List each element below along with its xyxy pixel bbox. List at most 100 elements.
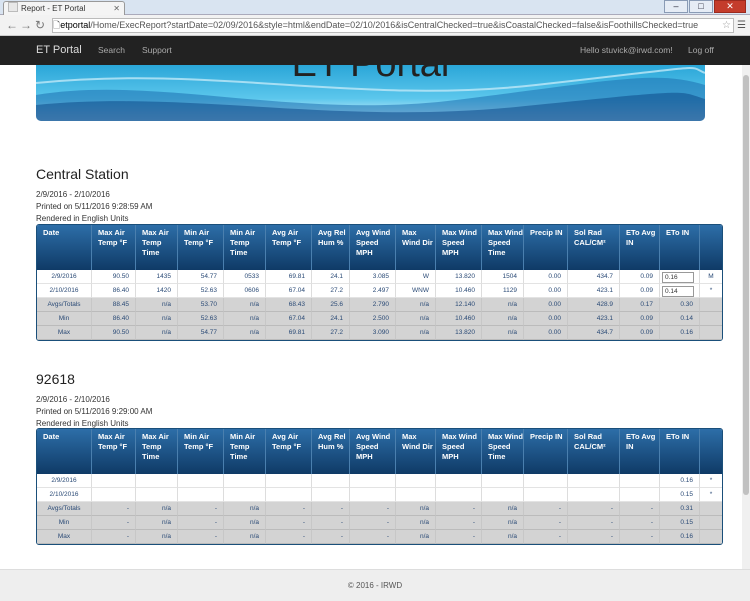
summary-row: Max 90.50 n/a 54.77 n/a 69.81 27.2 3.090 n/a 13.8… [37,326,722,340]
summary-cell: 434.7 [568,326,620,340]
column-header: Date [37,429,92,474]
summary-cell: n/a [396,516,436,530]
summary-cell: - [524,502,568,516]
table-cell: 0.09 [620,270,660,284]
date-range: 2/9/2016 - 2/10/2016 [36,190,110,199]
summary-cell: 12.140 [436,298,482,312]
nav-search-link[interactable]: Search [98,45,125,55]
summary-cell: n/a [224,326,266,340]
table-cell [224,474,266,488]
summary-cell: 428.9 [568,298,620,312]
table-cell: 24.1 [312,270,350,284]
close-window-button[interactable]: ✕ [714,0,746,13]
column-header: Min Air Temp Time [224,429,266,474]
summary-cell: 54.77 [178,326,224,340]
report-table-central: Date Max Air Temp °F Max Air Temp Time Min … [36,224,723,341]
table-cell: 1420 [136,284,178,298]
summary-cell: n/a [482,312,524,326]
summary-spacer [700,530,722,544]
table-cell: 0.00 [524,270,568,284]
table-row: 2/9/2016 90.50 1435 54.77 0533 69.81 24.1 3.085… [37,270,722,284]
table-cell: 1504 [482,270,524,284]
browser-menu-icon[interactable]: ☰ [737,20,746,31]
summary-cell: n/a [224,502,266,516]
summary-spacer [700,312,722,326]
summary-label: Avgs/Totals [37,502,92,516]
table-cell [524,474,568,488]
table-cell [266,488,312,502]
minimize-button[interactable]: – [664,0,688,13]
row-date: 2/10/2016 [37,284,92,298]
summary-cell: 0.30 [660,298,700,312]
summary-cell: 0.16 [660,530,700,544]
summary-cell: n/a [224,516,266,530]
address-bar[interactable]: 🗋etportal/Home/ExecReport?startDate=02/0… [52,18,734,33]
column-header: Min Air Temp °F [178,225,224,270]
page-footer: © 2016 - IRWD [0,569,750,601]
summary-cell: - [266,502,312,516]
column-header: Sol Rad CAL/CM² [568,225,620,270]
page-scrollbar[interactable] [742,65,750,569]
summary-label: Min [37,516,92,530]
summary-cell: 25.6 [312,298,350,312]
user-greeting-link[interactable]: Hello stuvick@irwd.com! [580,45,673,55]
table-cell: 434.7 [568,270,620,284]
row-flag: M [700,270,722,284]
table-cell [482,474,524,488]
table-cell [136,488,178,502]
summary-cell: 0.14 [660,312,700,326]
summary-cell: - [92,530,136,544]
row-flag: * [700,474,722,488]
logoff-link[interactable]: Log off [688,45,714,55]
table-cell [568,474,620,488]
summary-cell: 52.63 [178,312,224,326]
summary-cell: - [266,530,312,544]
eto-input[interactable] [662,272,694,283]
summary-cell: - [568,502,620,516]
summary-cell: n/a [396,326,436,340]
table-body: 2/9/2016 90.50 1435 54.77 0533 69.81 24.1 3.085… [37,270,722,340]
bookmark-star-icon[interactable]: ☆ [722,19,731,32]
summary-cell: - [436,502,482,516]
browser-tab[interactable]: Report - ET Portal ✕ [3,1,125,15]
table-cell: 0.15 [660,488,700,502]
eto-cell [660,270,700,284]
summary-cell: - [178,516,224,530]
summary-cell: 67.04 [266,312,312,326]
forward-icon[interactable]: → [20,18,32,32]
scrollbar-thumb[interactable] [743,75,749,495]
table-row: 2/10/2016 86.40 1420 52.63 0606 67.04 27.2 2.49… [37,284,722,298]
table-cell [178,488,224,502]
eto-input[interactable] [662,286,694,297]
table-header: Date Max Air Temp °F Max Air Temp Time Min … [37,225,722,270]
brand-link[interactable]: ET Portal [36,44,82,56]
summary-cell: 0.17 [620,298,660,312]
summary-cell: - [620,502,660,516]
nav-support-link[interactable]: Support [142,45,172,55]
summary-cell: n/a [136,502,178,516]
summary-cell: n/a [224,298,266,312]
summary-spacer [700,298,722,312]
column-header: Max Air Temp Time [136,429,178,474]
table-cell: 27.2 [312,284,350,298]
summary-cell: n/a [482,326,524,340]
table-cell [92,474,136,488]
date-range: 2/9/2016 - 2/10/2016 [36,395,110,404]
table-cell: 90.50 [92,270,136,284]
summary-cell: 24.1 [312,312,350,326]
column-header: Avg Wind Speed MPH [350,225,396,270]
table-cell [620,474,660,488]
summary-cell: - [620,516,660,530]
table-cell [266,474,312,488]
favicon-icon [8,2,18,12]
close-tab-icon[interactable]: ✕ [113,2,120,15]
table-cell: 1435 [136,270,178,284]
maximize-button[interactable]: □ [689,0,713,13]
back-icon[interactable]: ← [6,18,18,32]
table-cell: 0.00 [524,284,568,298]
table-cell: 0.16 [660,474,700,488]
summary-cell: - [524,530,568,544]
reload-icon[interactable]: ↻ [35,18,45,32]
column-header: ETo Avg IN [620,429,660,474]
summary-label: Max [37,530,92,544]
